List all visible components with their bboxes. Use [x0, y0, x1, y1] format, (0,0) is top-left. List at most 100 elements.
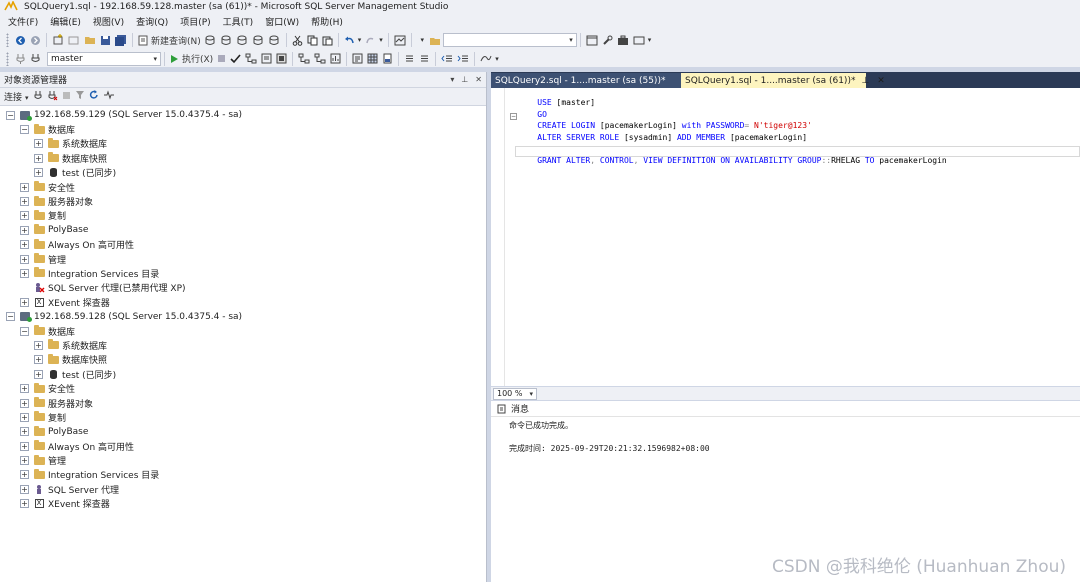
collapse-icon[interactable]: − — [20, 125, 29, 135]
sql-editor[interactable]: USE [master] GO − CREATE LOGIN [pacemake… — [491, 88, 1080, 386]
expand-icon[interactable]: + — [34, 168, 43, 178]
server-node-2[interactable]: − 192.168.59.128 (SQL Server 15.0.4375.4… — [0, 309, 486, 323]
expand-icon[interactable]: + — [20, 441, 29, 451]
xevent-profiler-node[interactable]: + X XEvent 探查器 — [0, 497, 486, 511]
copy-icon[interactable] — [305, 32, 320, 48]
expand-icon[interactable]: + — [20, 470, 29, 480]
chevron-down-icon[interactable]: ▾ — [495, 55, 499, 63]
menu-file[interactable]: 文件(F) — [2, 15, 44, 28]
activity-monitor-icon[interactable] — [392, 32, 408, 48]
expand-icon[interactable]: + — [34, 369, 43, 379]
window-layout-icon[interactable]: ▾ — [631, 32, 654, 48]
close-icon[interactable]: ✕ — [475, 75, 482, 84]
refresh-icon[interactable] — [89, 90, 99, 103]
query-options-icon[interactable] — [259, 51, 274, 67]
dax-query-icon[interactable] — [267, 32, 283, 48]
disconnect-icon[interactable] — [47, 90, 58, 104]
decrease-indent-icon[interactable] — [439, 51, 455, 67]
expand-icon[interactable]: + — [20, 499, 29, 509]
intellisense-icon[interactable] — [274, 51, 289, 67]
test-database-node[interactable]: + test (已同步) — [0, 367, 486, 381]
chevron-down-icon[interactable]: ▾ — [25, 94, 29, 102]
filter-icon[interactable] — [75, 90, 85, 103]
save-icon[interactable] — [98, 32, 113, 48]
change-connection-icon[interactable] — [28, 51, 43, 67]
uncomment-lines-icon[interactable] — [417, 51, 432, 67]
polybase-node[interactable]: + PolyBase — [0, 223, 486, 237]
panel-dropdown-icon[interactable]: ▾ — [450, 75, 454, 84]
redo-icon[interactable]: ▾ — [363, 32, 385, 48]
fold-collapse-icon[interactable]: − — [510, 113, 517, 120]
live-query-stats-icon[interactable] — [312, 51, 328, 67]
new-project-icon[interactable] — [50, 32, 66, 48]
collapse-icon[interactable]: − — [6, 110, 15, 120]
server-node-1[interactable]: − 192.168.59.129 (SQL Server 15.0.4375.4… — [0, 108, 486, 122]
find-dropdown-icon[interactable]: ▾ — [415, 32, 427, 48]
wrench-icon[interactable] — [600, 32, 615, 48]
sql-agent-node[interactable]: SQL Server 代理(已禁用代理 XP) — [0, 281, 486, 295]
stop-icon[interactable] — [215, 51, 228, 67]
activity-icon[interactable] — [103, 90, 115, 103]
open-folder-icon[interactable] — [82, 32, 98, 48]
database-engine-query-icon[interactable] — [203, 32, 219, 48]
expand-icon[interactable]: + — [20, 268, 29, 278]
pin-tab-icon[interactable]: ⊥ — [861, 76, 869, 86]
results-to-file-icon[interactable] — [380, 51, 395, 67]
expand-icon[interactable]: + — [20, 412, 29, 422]
expand-icon[interactable]: + — [20, 456, 29, 466]
mdx-query-icon[interactable] — [219, 32, 235, 48]
dmx-query-icon[interactable] — [235, 32, 251, 48]
expand-icon[interactable]: + — [20, 211, 29, 221]
search-combo[interactable]: ▾ — [442, 33, 577, 47]
results-to-text-icon[interactable] — [350, 51, 365, 67]
expand-icon[interactable]: + — [20, 225, 29, 235]
client-statistics-icon[interactable] — [328, 51, 343, 67]
pin-icon[interactable]: ⊥ — [461, 75, 468, 84]
connect-server-icon[interactable] — [33, 90, 43, 104]
database-snapshots-node[interactable]: + 数据库快照 — [0, 151, 486, 165]
connect-icon[interactable] — [13, 51, 28, 67]
increase-indent-icon[interactable] — [455, 51, 471, 67]
always-on-node[interactable]: + Always On 高可用性 — [0, 439, 486, 453]
toolbar-grip[interactable] — [6, 33, 9, 47]
databases-node[interactable]: − 数据库 — [0, 122, 486, 136]
forward-icon[interactable] — [28, 32, 43, 48]
menu-edit[interactable]: 编辑(E) — [44, 15, 87, 28]
menu-view[interactable]: 视图(V) — [87, 15, 130, 28]
expand-icon[interactable]: + — [20, 297, 29, 307]
management-node[interactable]: + 管理 — [0, 252, 486, 266]
replication-node[interactable]: + 复制 — [0, 410, 486, 424]
collapse-icon[interactable]: − — [20, 326, 29, 336]
expand-icon[interactable]: + — [20, 240, 29, 250]
display-estimated-plan-icon[interactable] — [243, 51, 259, 67]
results-to-grid-icon[interactable] — [365, 51, 380, 67]
menu-help[interactable]: 帮助(H) — [305, 15, 349, 28]
connect-dropdown[interactable]: 连接 ▾ — [4, 90, 29, 103]
back-icon[interactable] — [13, 32, 28, 48]
add-item-icon[interactable] — [66, 32, 82, 48]
expand-icon[interactable]: + — [20, 427, 29, 437]
expand-icon[interactable]: + — [20, 384, 29, 394]
chevron-down-icon[interactable]: ▾ — [358, 36, 362, 44]
test-database-node[interactable]: + test (已同步) — [0, 166, 486, 180]
security-node[interactable]: + 安全性 — [0, 180, 486, 194]
specify-template-values-icon[interactable]: ▾ — [478, 51, 501, 67]
tab-sqlquery1[interactable]: SQLQuery1.sql - 1....master (sa (61))* ⊥… — [681, 73, 885, 88]
chevron-down-icon[interactable]: ▾ — [529, 390, 533, 398]
zoom-select[interactable]: 100 % ▾ — [493, 387, 537, 400]
toolbar-grip[interactable] — [6, 51, 9, 66]
save-all-icon[interactable] — [113, 32, 129, 48]
expand-icon[interactable]: + — [34, 153, 43, 163]
databases-node[interactable]: − 数据库 — [0, 324, 486, 338]
chevron-down-icon[interactable]: ▾ — [379, 36, 383, 44]
new-query-button[interactable]: 新建查询(N) — [136, 32, 203, 48]
integration-services-node[interactable]: + Integration Services 目录 — [0, 468, 486, 482]
cut-icon[interactable] — [290, 32, 305, 48]
sql-agent-node[interactable]: + SQL Server 代理 — [0, 482, 486, 496]
expand-icon[interactable]: + — [34, 340, 43, 350]
server-objects-node[interactable]: + 服务器对象 — [0, 396, 486, 410]
security-node[interactable]: + 安全性 — [0, 381, 486, 395]
menu-window[interactable]: 窗口(W) — [259, 15, 305, 28]
menu-query[interactable]: 查询(Q) — [130, 15, 174, 28]
undo-icon[interactable]: ▾ — [342, 32, 364, 48]
